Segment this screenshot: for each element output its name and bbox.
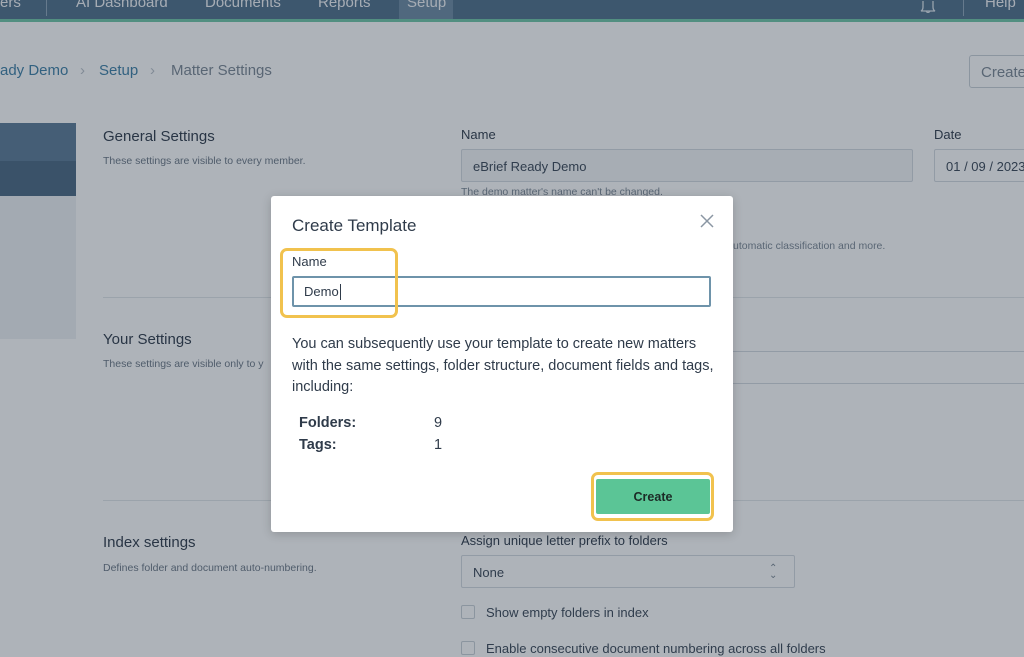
folders-stat-value: 9 [434,415,443,431]
tags-stat-label: Tags: [299,437,337,453]
folders-stat-label: Folders: [299,415,357,431]
create-template-dialog: Create Template Name You can subsequentl… [271,196,733,532]
name-highlight-frame [280,248,398,318]
tags-stat-value: 1 [434,437,443,453]
dialog-title: Create Template [292,216,417,235]
close-icon[interactable] [697,211,717,231]
create-button[interactable]: Create [596,479,710,514]
dialog-description: You can subsequently use your template t… [292,336,714,395]
